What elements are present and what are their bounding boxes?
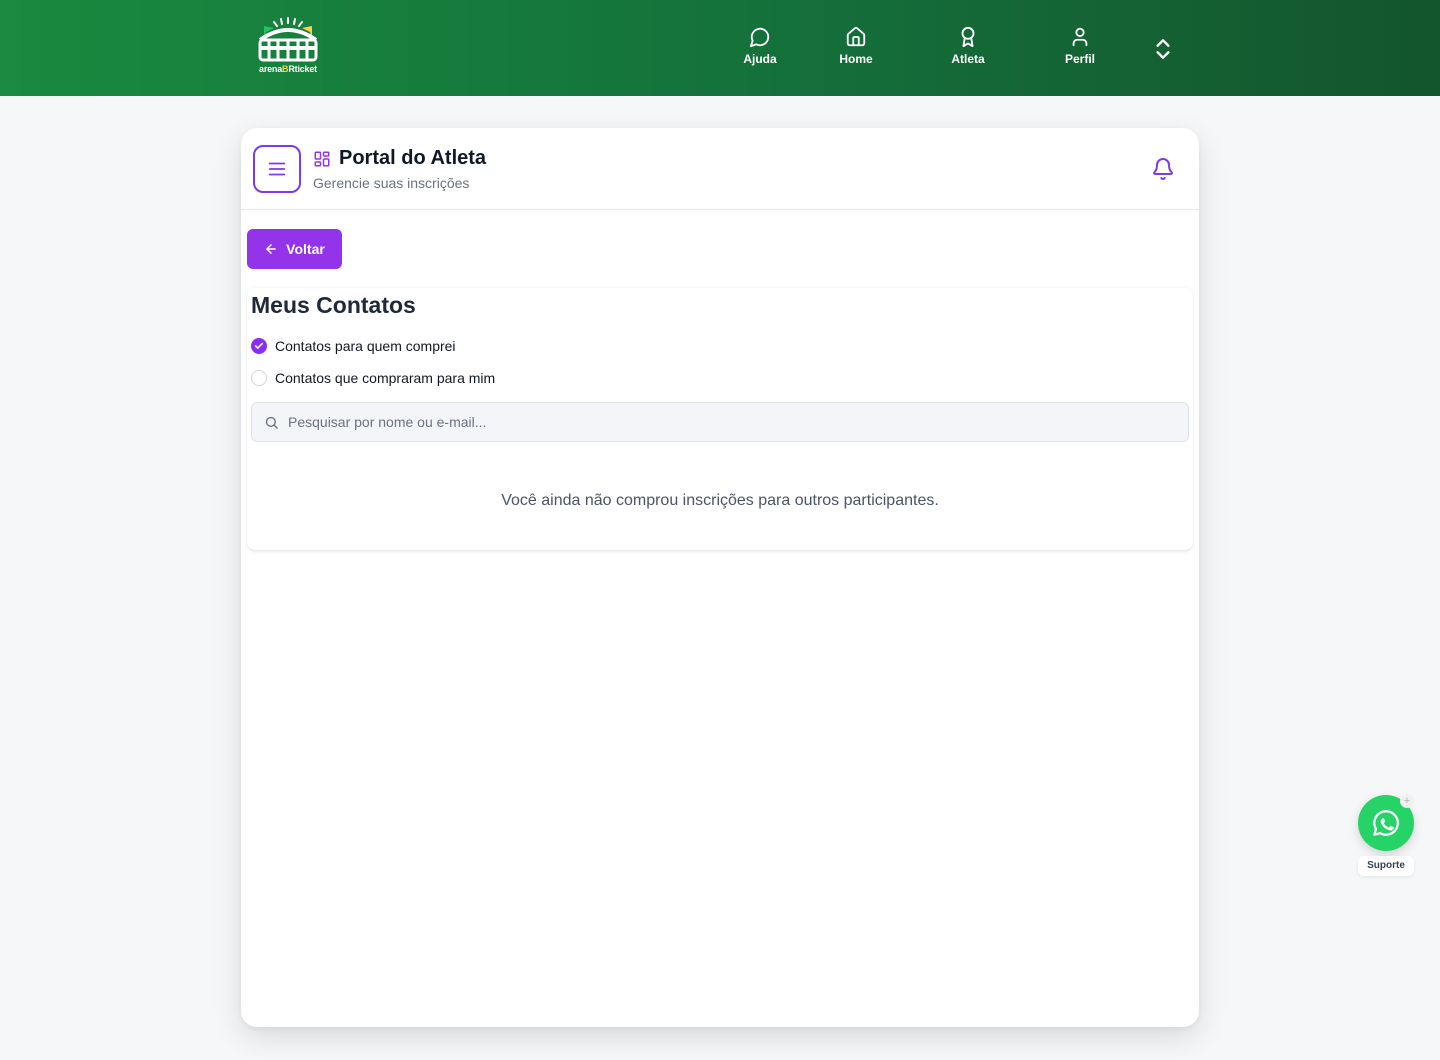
whatsapp-icon: [1373, 810, 1399, 836]
stadium-icon: [258, 17, 318, 62]
radio-contacts-i-bought-for[interactable]: Contatos para quem comprei: [251, 336, 456, 356]
support-plus-badge[interactable]: +: [1400, 794, 1414, 808]
chat-bubble-icon: [749, 27, 770, 48]
logo-text-rticket: Rticket: [288, 64, 317, 74]
radio-unchecked-indicator[interactable]: [251, 370, 267, 386]
back-button[interactable]: Voltar: [247, 229, 342, 269]
nav-home-label: Home: [839, 52, 873, 66]
portal-subtitle: Gerencie suas inscrições: [313, 175, 470, 191]
nav-perfil[interactable]: Perfil: [1040, 26, 1120, 70]
support-label: Suporte: [1358, 856, 1414, 876]
portal-shell: Portal do Atleta Gerencie suas inscriçõe…: [241, 128, 1199, 1027]
contacts-card: Meus Contatos Contatos para quem comprei…: [247, 288, 1193, 550]
nav-atleta-label: Atleta: [951, 52, 985, 66]
radio-contacts-bought-for-me[interactable]: Contatos que compraram para mim: [251, 368, 495, 388]
hamburger-icon: [268, 162, 286, 176]
arrow-left-icon: [266, 244, 276, 254]
search-input[interactable]: [288, 403, 1178, 441]
search-box: [251, 402, 1189, 442]
top-bar: arenaBRticket Ajuda Home Atleta Perfil: [0, 0, 1440, 96]
logo-text-arena: arena: [259, 64, 283, 74]
medal-icon: [961, 26, 975, 48]
arenabrticket-logo[interactable]: arenaBRticket: [254, 16, 322, 76]
grid-icon: [314, 151, 330, 167]
portal-header: Portal do Atleta Gerencie suas inscriçõe…: [241, 128, 1199, 210]
logo-wordmark: arenaBRticket: [254, 64, 322, 74]
chevron-up-down-icon: [1156, 39, 1170, 59]
home-icon: [846, 26, 866, 47]
empty-state-message: Você ainda não comprou inscrições para o…: [501, 492, 939, 509]
bell-icon[interactable]: [1151, 156, 1175, 182]
contacts-title: Meus Contatos: [251, 292, 416, 318]
search-icon: [265, 416, 278, 429]
nav-ajuda-label: Ajuda: [743, 52, 777, 66]
check-icon: [254, 342, 264, 349]
nav-atleta[interactable]: Atleta: [928, 26, 1008, 70]
nav-ajuda[interactable]: Ajuda: [720, 26, 800, 70]
radio-checked-indicator[interactable]: [251, 338, 267, 354]
user-icon: [1072, 27, 1088, 47]
back-button-label: Voltar: [286, 241, 325, 257]
radio-label-i-bought-for: Contatos para quem comprei: [275, 338, 456, 354]
nav-expand-toggle[interactable]: [1150, 36, 1178, 62]
nav-perfil-label: Perfil: [1064, 52, 1095, 66]
radio-label-bought-for-me: Contatos que compraram para mim: [275, 370, 496, 386]
menu-button[interactable]: [253, 145, 301, 193]
portal-title: Portal do Atleta: [339, 147, 487, 169]
nav-home[interactable]: Home: [816, 26, 896, 70]
